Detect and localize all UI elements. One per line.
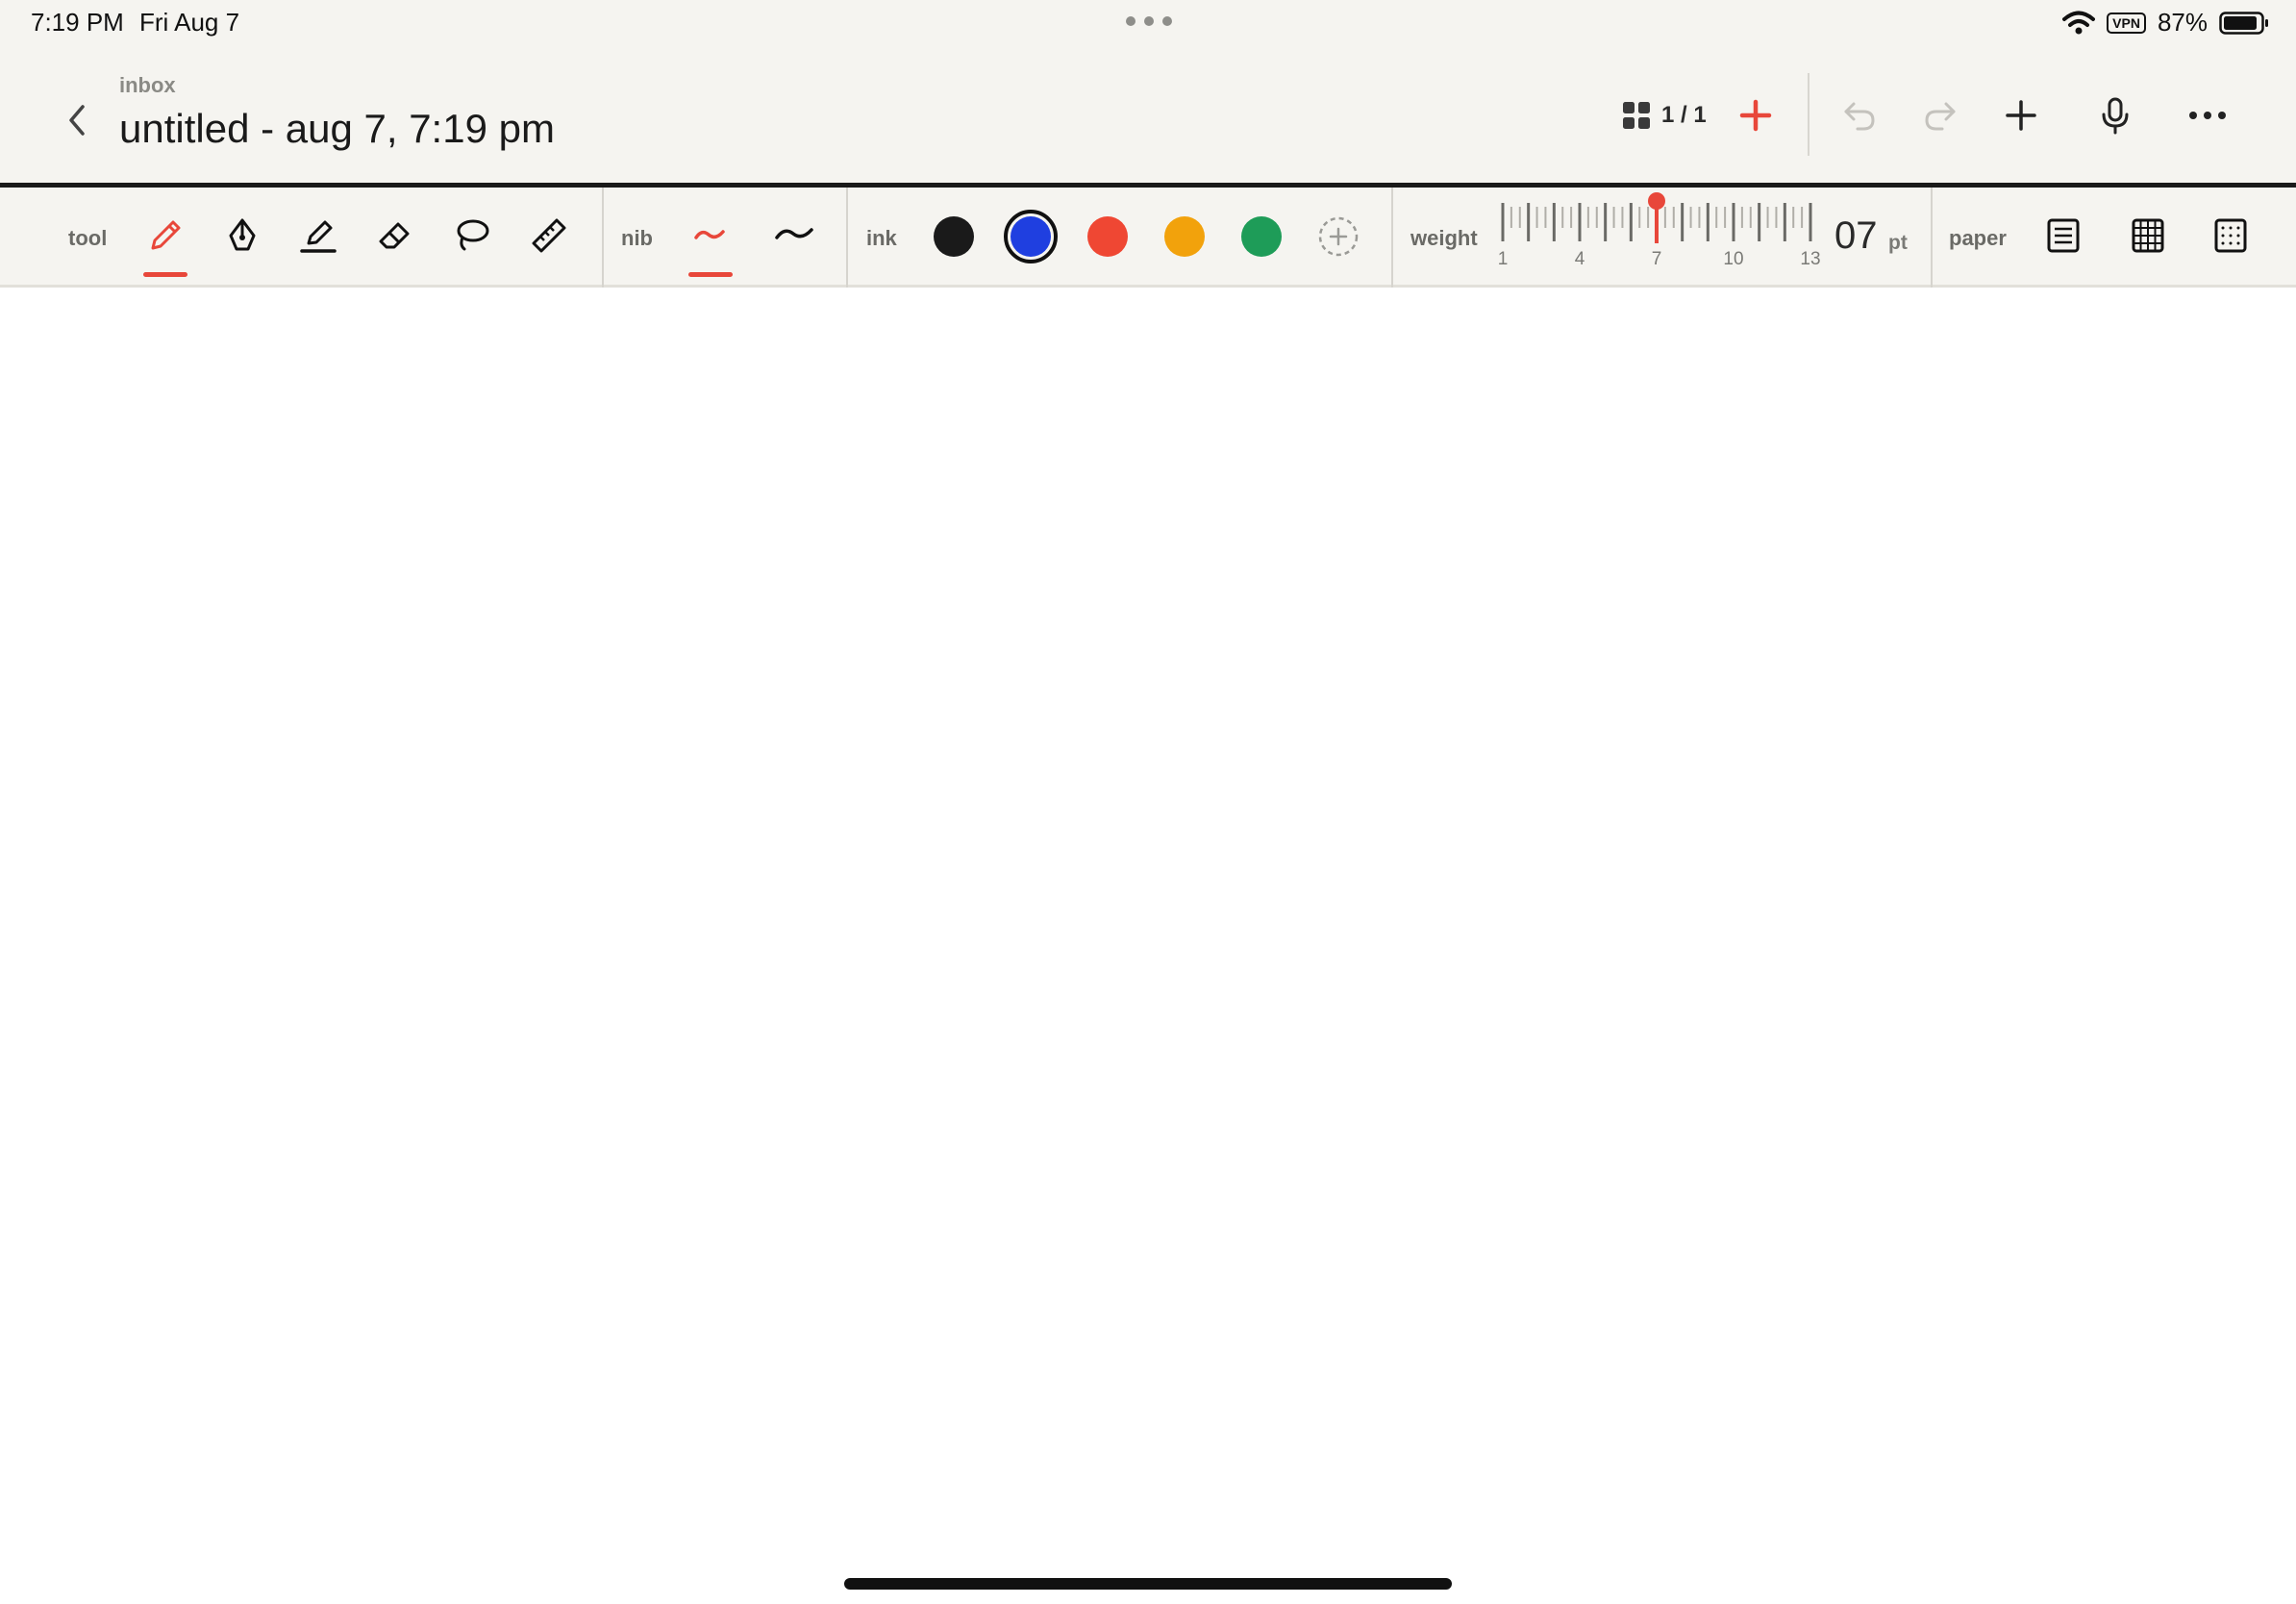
toolbar-divider	[1931, 188, 1933, 288]
ink-swatch-black[interactable]	[934, 216, 974, 257]
ink-swatch-orange[interactable]	[1164, 216, 1205, 257]
dotted-paper-icon	[2214, 218, 2247, 253]
ink-label: ink	[866, 226, 897, 250]
pencil-icon	[151, 220, 181, 250]
home-indicator[interactable]	[844, 1578, 1452, 1590]
weight-tick-label: 1	[1497, 249, 1509, 269]
nib-uniform-button[interactable]	[769, 211, 819, 261]
weight-tick-label: 4	[1574, 249, 1585, 269]
drawing-canvas[interactable]	[0, 298, 2296, 1604]
wifi-icon	[2062, 11, 2096, 34]
tool-label: tool	[68, 226, 108, 250]
paper-grid-button[interactable]	[2123, 211, 2173, 261]
weight-unit: pt	[1888, 232, 1908, 254]
ruler-tool-button[interactable]	[524, 211, 574, 261]
status-time: 7:19 PM	[31, 8, 124, 37]
battery-icon	[2219, 11, 2268, 35]
ink-swatch-red[interactable]	[1087, 216, 1128, 257]
paper-label: paper	[1949, 226, 2007, 250]
selected-nib-indicator	[688, 272, 733, 277]
add-icon[interactable]	[2000, 94, 2042, 137]
ruler-icon	[532, 218, 566, 253]
document-title[interactable]: untitled - aug 7, 7:19 pm	[119, 106, 555, 152]
paper-lined-button[interactable]	[2038, 211, 2088, 261]
selected-tool-indicator	[143, 272, 187, 277]
eraser-tool-button[interactable]	[369, 211, 419, 261]
back-chevron-icon[interactable]	[60, 101, 94, 139]
battery-percent: 87%	[2157, 8, 2208, 37]
top-area: 7:19 PM Fri Aug 7 VPN 87% inbox untitled…	[0, 0, 2296, 183]
undo-icon[interactable]	[1838, 94, 1881, 137]
weight-label: weight	[1410, 226, 1478, 250]
multitasking-dots-icon[interactable]	[1125, 15, 1173, 27]
weight-tick-label: 10	[1723, 249, 1744, 269]
weight-value: 07	[1834, 214, 1878, 257]
status-right: VPN 87%	[2062, 8, 2269, 38]
weight-tick-label: 13	[1800, 249, 1821, 269]
vpn-badge: VPN	[2107, 12, 2146, 34]
ink-swatch-blue[interactable]	[1011, 216, 1051, 257]
lasso-tool-button[interactable]	[446, 211, 496, 261]
weight-scale-graphic	[1501, 192, 1812, 243]
breadcrumb[interactable]: inbox	[119, 73, 176, 98]
toolbar: tool nib ink weight 1 4 7 10 13 07 pt pa…	[0, 188, 2296, 288]
ink-swatch-green[interactable]	[1241, 216, 1282, 257]
highlighter-icon	[300, 220, 337, 253]
fountain-pen-icon	[229, 218, 256, 251]
add-page-icon[interactable]	[1734, 94, 1777, 137]
toolbar-divider	[602, 188, 604, 288]
page-count[interactable]: 1 / 1	[1661, 102, 1707, 129]
weight-marker-knob[interactable]	[1648, 192, 1665, 210]
microphone-icon[interactable]	[2094, 94, 2136, 137]
nib-label: nib	[621, 226, 653, 250]
add-ink-color-icon[interactable]	[1316, 214, 1360, 259]
status-date: Fri Aug 7	[139, 8, 240, 37]
fountain-pen-tool-button[interactable]	[217, 211, 267, 261]
lined-paper-icon	[2047, 218, 2080, 253]
grid-paper-icon	[2132, 218, 2164, 253]
toolbar-divider	[846, 188, 848, 288]
tapered-nib-icon	[694, 230, 725, 239]
paper-dotted-button[interactable]	[2206, 211, 2256, 261]
eraser-icon	[379, 222, 410, 249]
redo-icon[interactable]	[1919, 94, 1961, 137]
weight-tick-label: 7	[1651, 249, 1662, 269]
pages-grid-icon[interactable]	[1615, 94, 1658, 137]
pencil-tool-button[interactable]	[140, 211, 190, 261]
nib-tapered-button[interactable]	[685, 211, 735, 261]
more-icon[interactable]	[2186, 94, 2229, 137]
lasso-icon	[457, 219, 489, 251]
uniform-nib-icon	[775, 228, 813, 239]
highlighter-tool-button[interactable]	[293, 211, 343, 261]
header-divider	[1808, 73, 1809, 156]
toolbar-divider	[1391, 188, 1393, 288]
weight-slider[interactable]	[1488, 188, 1834, 288]
